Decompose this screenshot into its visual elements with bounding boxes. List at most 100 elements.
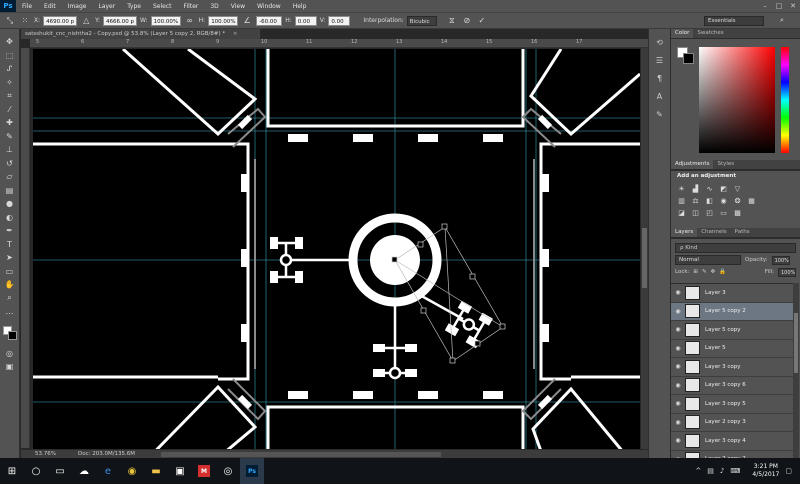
horizontal-ruler[interactable]: 5 6 7 8 9 10 11 12 13 14 15 16 17 — [30, 39, 648, 48]
hue-saturation-icon[interactable]: ▥ — [677, 196, 686, 205]
reference-point-icon[interactable]: ⁙ — [19, 15, 31, 27]
levels-icon[interactable]: ▟ — [691, 184, 700, 193]
zoom-tool-icon[interactable]: ⌕ — [2, 292, 18, 306]
photoshop-taskbar-icon[interactable]: Ps — [240, 458, 264, 484]
color-panel-background[interactable] — [683, 53, 694, 64]
layer-row[interactable]: ◉ Layer 2 copy 3 — [671, 413, 793, 432]
h-field[interactable]: 100.00% — [208, 15, 239, 26]
visibility-eye-icon[interactable]: ◉ — [671, 308, 685, 315]
clock[interactable]: 3:21 PM 4/5/2017 — [752, 463, 779, 479]
exposure-icon[interactable]: ◩ — [719, 184, 728, 193]
visibility-eye-icon[interactable]: ◉ — [671, 400, 685, 407]
visibility-eye-icon[interactable]: ◉ — [671, 326, 685, 333]
cancel-icon[interactable]: ⊘ — [461, 15, 473, 27]
tab-styles[interactable]: Styles — [713, 160, 738, 169]
y-field[interactable]: 4666.00 p — [103, 15, 138, 26]
history-brush-tool-icon[interactable]: ↺ — [2, 157, 18, 171]
opacity-field[interactable]: 100% — [771, 255, 790, 265]
eraser-tool-icon[interactable]: ▱ — [2, 170, 18, 184]
type-tool-icon[interactable]: T — [2, 238, 18, 252]
menu-layer[interactable]: Layer — [92, 3, 121, 10]
zoom-level[interactable]: 53.76% — [35, 451, 56, 457]
threshold-icon[interactable]: ◰ — [705, 208, 714, 217]
layer-row[interactable]: ◉ Layer 3 copy 4 — [671, 432, 793, 451]
move-tool-icon[interactable]: ✥ — [2, 35, 18, 49]
layer-row[interactable]: ◉ Layer 3 copy — [671, 358, 793, 377]
layer-filter-select[interactable]: ρ Kind — [675, 243, 796, 253]
gradient-map-icon[interactable]: ▭ — [719, 208, 728, 217]
x-field[interactable]: 4690.00 p — [43, 15, 78, 26]
color-picker-field[interactable] — [699, 47, 775, 153]
vertical-ruler[interactable] — [21, 48, 30, 448]
visibility-eye-icon[interactable]: ◉ — [671, 345, 685, 352]
task-view-icon[interactable]: ▭ — [48, 458, 72, 484]
lock-position-icon[interactable]: ✥ — [711, 269, 716, 275]
menu-window[interactable]: Window — [251, 3, 287, 10]
quick-mask-icon[interactable]: ◎ — [2, 347, 18, 361]
network-icon[interactable]: ▤ — [707, 467, 714, 475]
tab-paths[interactable]: Paths — [731, 228, 754, 237]
angle-field[interactable]: -60.00 — [256, 15, 283, 26]
tab-color[interactable]: Color — [671, 29, 694, 38]
history-icon[interactable]: ⟲ — [652, 35, 668, 49]
color-balance-icon[interactable]: ⚖ — [691, 196, 700, 205]
link-icon[interactable]: ∞ — [184, 15, 196, 27]
close-tab-icon[interactable]: × — [233, 31, 238, 37]
lock-pixels-icon[interactable]: ⊞ — [693, 269, 698, 275]
blur-tool-icon[interactable]: ● — [2, 197, 18, 211]
tab-adjustments[interactable]: Adjustments — [671, 160, 714, 169]
document-tab[interactable]: satsshukit_cnc_nishtha2 - Copy.psd @ 53.… — [21, 29, 261, 39]
blend-mode-select[interactable]: Normal — [675, 255, 741, 265]
lock-paint-icon[interactable]: ✎ — [702, 269, 707, 275]
file-explorer-icon[interactable]: ▬ — [144, 458, 168, 484]
dodge-tool-icon[interactable]: ◐ — [2, 211, 18, 225]
paragraph-icon[interactable]: ¶ — [652, 71, 668, 85]
pen-tool-icon[interactable]: ✒ — [2, 224, 18, 238]
layer-row[interactable]: ◉ Layer 5 copy — [671, 321, 793, 340]
chevron-up-icon[interactable]: ^ — [695, 467, 701, 475]
hue-slider[interactable] — [781, 47, 789, 153]
close-icon[interactable]: ✕ — [786, 2, 800, 10]
visibility-eye-icon[interactable]: ◉ — [671, 289, 685, 296]
gradient-tool-icon[interactable]: ▤ — [2, 184, 18, 198]
visibility-eye-icon[interactable]: ◉ — [671, 419, 685, 426]
menu-help[interactable]: Help — [287, 3, 313, 10]
menu-type[interactable]: Type — [121, 3, 147, 10]
hand-tool-icon[interactable]: ✋ — [2, 278, 18, 292]
more-tools-icon[interactable]: … — [2, 305, 18, 319]
interpolation-select[interactable]: Bicubic — [406, 15, 437, 26]
layer-row[interactable]: ◉ Layer 3 copy 6 — [671, 376, 793, 395]
character-icon[interactable]: A — [652, 89, 668, 103]
layers-scrollbar[interactable] — [793, 283, 799, 465]
invert-icon[interactable]: ◪ — [677, 208, 686, 217]
commit-icon[interactable]: ✓ — [476, 15, 488, 27]
brightness-icon[interactable]: ☀ — [677, 184, 686, 193]
tab-channels[interactable]: Channels — [697, 228, 730, 237]
black-white-icon[interactable]: ◧ — [705, 196, 714, 205]
edge-browser-icon[interactable]: e — [96, 458, 120, 484]
menu-3d[interactable]: 3D — [204, 3, 224, 10]
tab-swatches[interactable]: Swatches — [693, 29, 727, 38]
lasso-tool-icon[interactable]: ᔑ — [2, 62, 18, 76]
brush-tool-icon[interactable]: ✎ — [2, 130, 18, 144]
fill-field[interactable]: 100% — [778, 267, 796, 277]
volume-icon[interactable]: ♪ — [720, 467, 724, 475]
marquee-tool-icon[interactable]: ⬚ — [2, 49, 18, 63]
dvd-icon[interactable]: ◎ — [216, 458, 240, 484]
selective-color-icon[interactable]: ▩ — [733, 208, 742, 217]
menu-file[interactable]: File — [16, 3, 38, 10]
start-windows-icon[interactable]: ⊞ — [0, 458, 24, 484]
chrome-browser-icon[interactable]: ◉ — [120, 458, 144, 484]
vibrance-icon[interactable]: ▽ — [733, 184, 742, 193]
onedrive-cloud-icon[interactable]: ☁ — [72, 458, 96, 484]
minimize-icon[interactable]: – — [758, 2, 772, 10]
color-panel-swatches[interactable] — [677, 47, 695, 65]
transform-tool-icon[interactable]: ⤡ — [4, 15, 16, 27]
notifications-icon[interactable]: ▢ — [785, 467, 792, 475]
mail-icon[interactable]: M — [192, 458, 216, 484]
search-icon[interactable]: ⌕ — [780, 16, 792, 26]
posterize-icon[interactable]: ◫ — [691, 208, 700, 217]
maximize-icon[interactable]: □ — [772, 2, 786, 10]
properties-icon[interactable]: ☰ — [652, 53, 668, 67]
background-color-swatch[interactable] — [7, 330, 17, 340]
